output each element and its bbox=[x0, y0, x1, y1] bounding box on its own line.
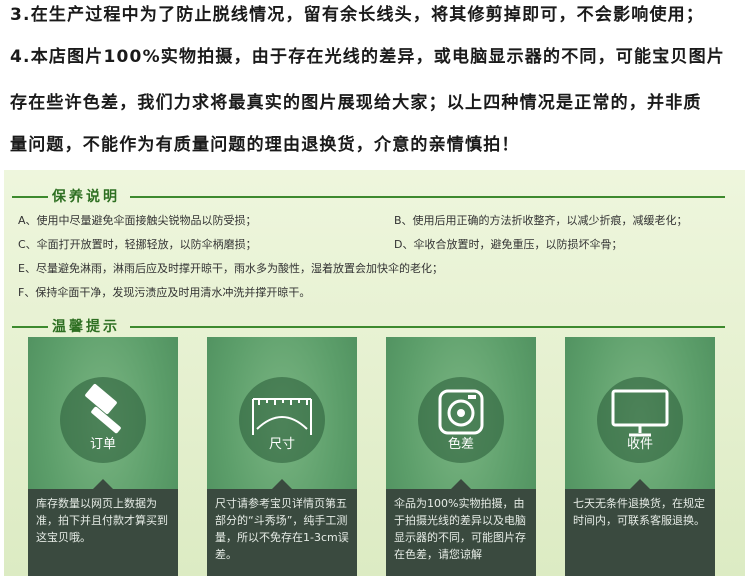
notice-line-4-cont-2: 量问题，不能作为有质量问题的理由退换货，介意的亲情慎拍！ bbox=[10, 135, 520, 155]
notice-section: 3.在生产过程中为了防止脱线情况，留有余长线头，将其修剪掉即可，不会影响使用； … bbox=[4, 0, 748, 168]
tip-card-color: 色差 伞品为100%实物拍摄，由于拍摄光线的差异以及电脑显示器的不同，可能图片存… bbox=[386, 337, 536, 576]
card-description: 库存数量以网页上数据为准，拍下并且付款才算买到这宝贝哦。 bbox=[36, 497, 168, 544]
heading-divider bbox=[130, 326, 725, 328]
card-pointer bbox=[272, 479, 292, 489]
care-item-c: C、伞面打开放置时，轻挪轻放，以防伞柄磨损； bbox=[18, 238, 257, 251]
card-description: 尺寸请参考宝贝详情页第五部分的“斗秀场”，纯手工测量，所以不免存在1-3cm误差… bbox=[215, 497, 349, 561]
tip-card-receive: 收件 七天无条件退换货，在规定时间内，可联系客服退换。 bbox=[565, 337, 715, 576]
notice-line-3: 3.在生产过程中为了防止脱线情况，留有余长线头，将其修剪掉即可，不会影响使用； bbox=[10, 5, 705, 25]
care-item-d: D、伞收合放置时，避免重压，以防损坏伞骨； bbox=[394, 238, 623, 251]
card-description: 伞品为100%实物拍摄，由于拍摄光线的差异以及电脑显示器的不同，可能图片存在色差… bbox=[394, 497, 526, 561]
notice-line-4-cont-1: 存在些许色差，我们力求将最真实的图片展现给大家；以上四种情况是正常的，并非质 bbox=[10, 93, 702, 113]
heading-divider bbox=[130, 196, 725, 198]
tip-card-size: 尺寸 尺寸请参考宝贝详情页第五部分的“斗秀场”，纯手工测量，所以不免存在1-3c… bbox=[207, 337, 357, 576]
card-label: 色差 bbox=[447, 437, 474, 452]
card-label: 订单 bbox=[89, 437, 116, 452]
tip-card-order: 订单 库存数量以网页上数据为准，拍下并且付款才算买到这宝贝哦。 bbox=[28, 337, 178, 576]
card-pointer bbox=[451, 479, 471, 489]
care-heading: 保养说明 bbox=[4, 186, 745, 206]
card-pointer bbox=[630, 479, 650, 489]
care-item-e: E、尽量避免淋雨，淋雨后应及时撑开晾干，雨水多为酸性，湿着放置会加快伞的老化； bbox=[18, 262, 443, 275]
care-item-f: F、保持伞面干净，发现污渍应及时用清水冲洗并撑开晾干。 bbox=[18, 286, 311, 299]
heading-divider bbox=[12, 196, 48, 198]
card-label: 收件 bbox=[626, 437, 653, 452]
notice-line-4: 4.本店图片100%实物拍摄，由于存在光线的差异，或电脑显示器的不同，可能宝贝图… bbox=[10, 47, 726, 67]
tips-title: 温馨提示 bbox=[52, 319, 120, 335]
card-label: 尺寸 bbox=[268, 437, 295, 452]
tips-heading: 温馨提示 bbox=[4, 316, 745, 336]
care-item-b: B、使用后用正确的方法折收整齐，以减少折痕，减缓老化； bbox=[394, 214, 688, 227]
care-title: 保养说明 bbox=[52, 189, 120, 205]
card-pointer bbox=[93, 479, 113, 489]
heading-divider bbox=[12, 326, 48, 328]
card-description: 七天无条件退换货，在规定时间内，可联系客服退换。 bbox=[573, 497, 705, 527]
care-item-a: A、使用中尽量避免伞面接触尖锐物品以防受损； bbox=[18, 214, 257, 227]
